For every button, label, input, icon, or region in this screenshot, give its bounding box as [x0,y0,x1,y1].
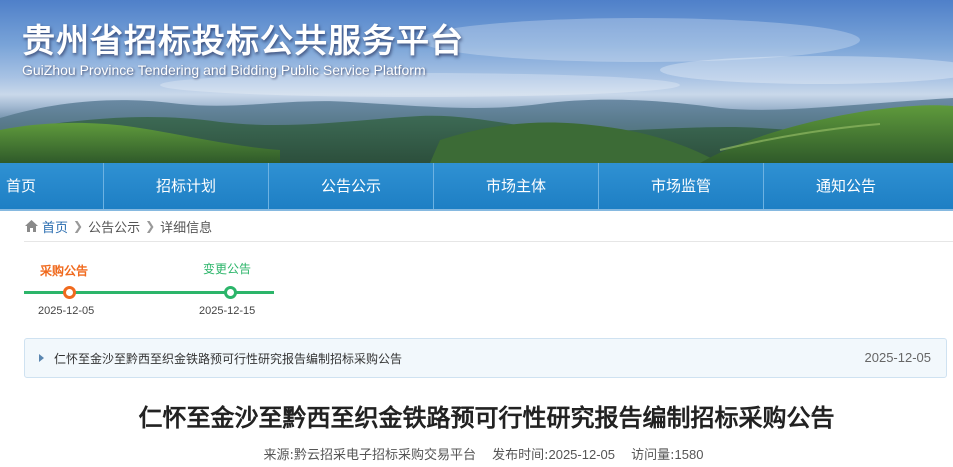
header-banner: 贵州省招标投标公共服务平台 GuiZhou Province Tendering… [0,0,953,163]
main-nav: 首页 招标计划 公告公示 市场主体 市场监管 通知公告 [0,163,953,211]
article-meta: 来源:黔云招采电子招标采购交易平台 发布时间:2025-12-05 访问量:15… [0,444,953,463]
source-value: 黔云招采电子招标采购交易平台 [293,448,476,463]
home-icon [25,220,38,232]
timeline-step-date: 2025-12-05 [38,305,95,317]
article-views: 访问量:1580 [631,447,704,463]
breadcrumb: 首页 ❯ 公告公示 ❯ 详细信息 [24,216,212,236]
timeline-step-date: 2025-12-15 [199,305,256,317]
related-notice-date: 2025-12-05 [864,350,932,365]
timeline-step-dot-current[interactable] [63,286,76,299]
publish-label: 发布时间: [492,448,549,463]
source-label: 来源: [263,448,294,463]
timeline-step-label[interactable]: 采购公告 [40,262,88,279]
timeline-step-dot[interactable] [224,286,237,299]
nav-item-home[interactable]: 首页 [0,163,104,209]
related-notice-link[interactable]: 仁怀至金沙至黔西至织金铁路预可行性研究报告编制招标采购公告 [54,350,402,367]
article-publish-time: 发布时间:2025-12-05 [492,447,615,463]
breadcrumb-home-link[interactable]: 首页 [42,217,68,236]
views-label: 访问量: [631,448,675,463]
article-source: 来源:黔云招采电子招标采购交易平台 [264,448,476,463]
breadcrumb-divider [24,241,953,242]
timeline-step-label[interactable]: 变更公告 [203,260,251,277]
breadcrumb-section[interactable]: 公告公示 [88,217,140,236]
caret-right-icon [39,354,44,362]
article-title: 仁怀至金沙至黔西至织金铁路预可行性研究报告编制招标采购公告 [138,404,835,432]
related-notice-list: 仁怀至金沙至黔西至织金铁路预可行性研究报告编制招标采购公告 2025-12-05 [24,338,947,378]
nav-item-market-entities[interactable]: 市场主体 [434,163,599,209]
breadcrumb-current: 详细信息 [160,220,213,236]
nav-item-bidding-plan[interactable]: 招标计划 [104,163,269,209]
site-subtitle: GuiZhou Province Tendering and Bidding P… [22,62,426,78]
nav-item-notices[interactable]: 通知公告 [764,163,953,209]
site-title: 贵州省招标投标公共服务平台 [22,21,464,60]
nav-item-market-supervision[interactable]: 市场监管 [599,163,764,209]
nav-item-announcements[interactable]: 公告公示 [269,163,434,209]
chevron-right-icon: ❯ [145,219,156,233]
chevron-right-icon: ❯ [73,219,84,233]
views-value: 1580 [674,447,704,462]
publish-value: 2025-12-05 [548,447,615,462]
